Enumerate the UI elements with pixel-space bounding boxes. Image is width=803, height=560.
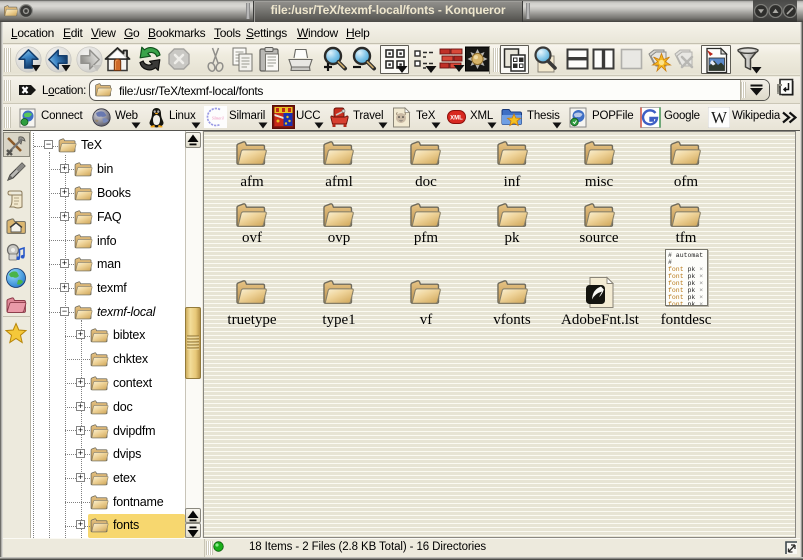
svg-text:XML: XML (450, 116, 463, 122)
svg-text:Silmaril: Silmaril (212, 117, 224, 121)
svg-text:W: W (711, 108, 728, 127)
